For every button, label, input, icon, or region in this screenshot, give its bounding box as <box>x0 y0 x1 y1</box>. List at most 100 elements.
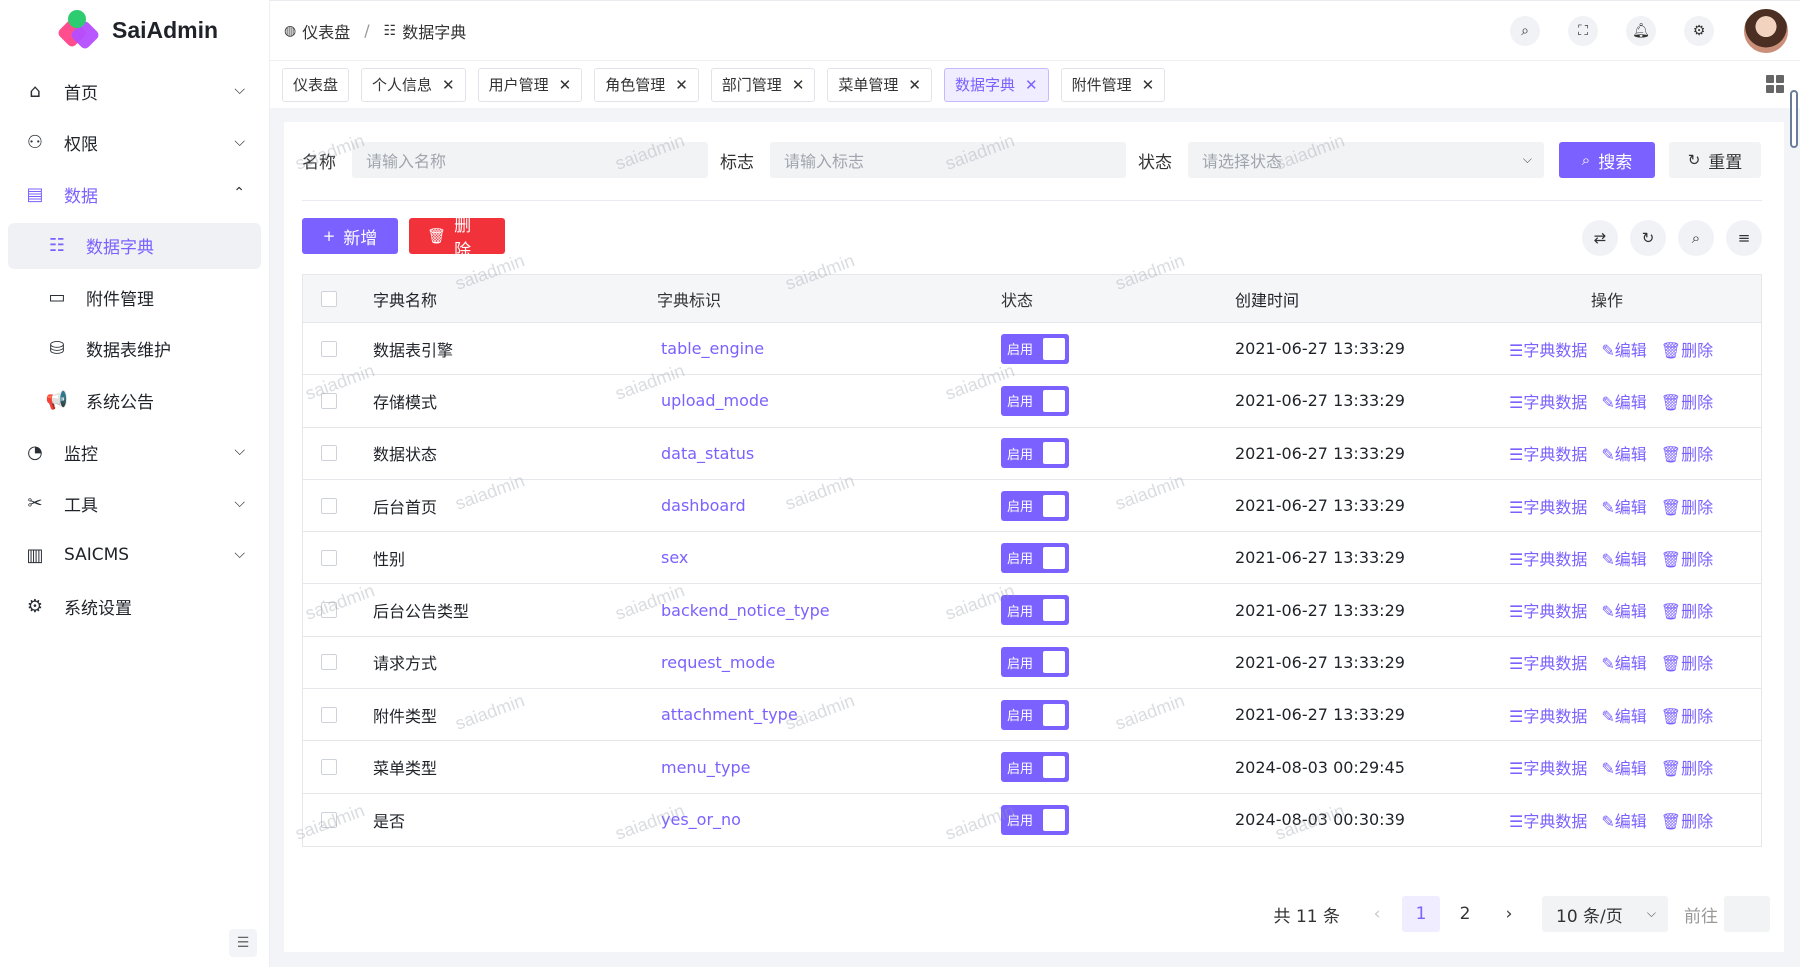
toggle-search-button[interactable]: ⌕ <box>1678 220 1714 256</box>
delete-link[interactable]: 🗑删除 <box>1661 703 1713 727</box>
row-checkbox[interactable] <box>321 706 337 723</box>
dict-data-link[interactable]: ☰字典数据 <box>1509 703 1587 727</box>
sidebar-item-dictionary[interactable]: ☷ 数据字典 <box>8 222 261 269</box>
row-checkbox[interactable] <box>321 497 337 514</box>
search-button[interactable]: ⌕ 搜索 <box>1559 142 1655 178</box>
sidebar-item-attachment[interactable]: ▭ 附件管理 <box>8 274 261 320</box>
close-icon[interactable]: ✕ <box>559 76 572 94</box>
tab-profile[interactable]: 个人信息 ✕ <box>361 67 466 102</box>
search-button[interactable]: ⌕ <box>1510 16 1540 46</box>
edit-link[interactable]: ✎编辑 <box>1601 546 1646 570</box>
dict-data-link[interactable]: ☰字典数据 <box>1509 598 1587 622</box>
sidebar-item-home[interactable]: ⌂ 首页 ⌵ <box>8 68 261 114</box>
dict-code[interactable]: yes_or_no <box>661 810 741 829</box>
tab-attachments[interactable]: 附件管理 ✕ <box>1060 67 1166 102</box>
select-all-checkbox[interactable] <box>321 290 337 307</box>
collapse-sidebar-button[interactable]: ☰ <box>229 929 257 957</box>
goto-page-input[interactable] <box>1724 896 1770 932</box>
sidebar-item-data[interactable]: ▤ 数据 ⌃ <box>8 171 261 217</box>
status-switch[interactable]: 启用 <box>1001 752 1069 783</box>
row-checkbox[interactable] <box>321 445 337 462</box>
delete-link[interactable]: 🗑删除 <box>1661 598 1713 622</box>
page-button[interactable]: 2 <box>1446 896 1484 932</box>
sidebar-item-notice[interactable]: 📢 系统公告 <box>8 378 261 424</box>
sidebar-item-saicms[interactable]: ▥ SAICMS ⌵ <box>8 532 261 578</box>
settings-button[interactable]: ⚙ <box>1684 16 1714 46</box>
reset-button[interactable]: ↻ 重置 <box>1669 142 1761 178</box>
close-icon[interactable]: ✕ <box>442 76 455 94</box>
dict-data-link[interactable]: ☰字典数据 <box>1509 546 1587 570</box>
close-icon[interactable]: ✕ <box>1025 76 1038 94</box>
dict-code[interactable]: menu_type <box>661 758 750 777</box>
sidebar-item-monitor[interactable]: ◔ 监控 ⌵ <box>8 429 261 475</box>
status-switch[interactable]: 启用 <box>1001 490 1069 521</box>
dict-data-link[interactable]: ☰字典数据 <box>1509 337 1587 361</box>
dict-code[interactable]: table_engine <box>661 339 764 358</box>
app-logo[interactable]: SaiAdmin <box>0 0 269 60</box>
status-switch[interactable]: 启用 <box>1001 595 1069 626</box>
dict-code[interactable]: request_mode <box>661 653 775 672</box>
edit-link[interactable]: ✎编辑 <box>1601 650 1646 674</box>
add-button[interactable]: + 新增 <box>302 218 398 254</box>
tab-roles[interactable]: 角色管理 ✕ <box>594 67 699 102</box>
delete-link[interactable]: 🗑删除 <box>1661 389 1713 413</box>
dict-code[interactable]: upload_mode <box>661 391 769 410</box>
delete-link[interactable]: 🗑删除 <box>1661 441 1713 465</box>
close-icon[interactable]: ✕ <box>1142 76 1155 94</box>
edit-link[interactable]: ✎编辑 <box>1601 337 1646 361</box>
edit-link[interactable]: ✎编辑 <box>1601 755 1646 779</box>
notification-button[interactable]: 🔔︎ <box>1626 16 1656 46</box>
tab-departments[interactable]: 部门管理 ✕ <box>710 67 816 102</box>
edit-link[interactable]: ✎编辑 <box>1601 703 1646 727</box>
delete-link[interactable]: 🗑删除 <box>1661 494 1713 518</box>
status-switch[interactable]: 启用 <box>1001 333 1069 364</box>
status-switch[interactable]: 启用 <box>1001 804 1069 835</box>
tab-menus[interactable]: 菜单管理 ✕ <box>827 67 932 102</box>
row-checkbox[interactable] <box>321 340 337 357</box>
row-checkbox[interactable] <box>321 602 337 619</box>
status-select[interactable]: 请选择状态 ⌵ <box>1188 142 1544 178</box>
swap-button[interactable]: ⇄ <box>1582 220 1618 256</box>
tab-dashboard[interactable]: 仪表盘 <box>282 67 350 102</box>
prev-page-button[interactable]: ‹ <box>1358 896 1396 932</box>
tab-users[interactable]: 用户管理 ✕ <box>477 67 583 102</box>
sidebar-item-tools[interactable]: ✂ 工具 ⌵ <box>8 481 261 527</box>
status-switch[interactable]: 启用 <box>1001 438 1069 469</box>
name-input[interactable]: 请输入名称 <box>352 142 708 178</box>
avatar[interactable] <box>1742 7 1790 55</box>
edit-link[interactable]: ✎编辑 <box>1601 808 1646 832</box>
status-switch[interactable]: 启用 <box>1001 647 1069 678</box>
close-icon[interactable]: ✕ <box>908 76 921 94</box>
delete-link[interactable]: 🗑删除 <box>1661 337 1713 361</box>
delete-link[interactable]: 🗑删除 <box>1661 650 1713 674</box>
sidebar-item-settings[interactable]: ⚙ 系统设置 <box>8 584 261 630</box>
edit-link[interactable]: ✎编辑 <box>1601 441 1646 465</box>
dict-data-link[interactable]: ☰字典数据 <box>1509 389 1587 413</box>
refresh-button[interactable]: ↻ <box>1630 220 1666 256</box>
dict-data-link[interactable]: ☰字典数据 <box>1509 755 1587 779</box>
edit-link[interactable]: ✎编辑 <box>1601 598 1646 622</box>
edit-link[interactable]: ✎编辑 <box>1601 494 1646 518</box>
status-switch[interactable]: 启用 <box>1001 542 1069 573</box>
dict-data-link[interactable]: ☰字典数据 <box>1509 650 1587 674</box>
close-icon[interactable]: ✕ <box>792 76 805 94</box>
delete-link[interactable]: 🗑删除 <box>1661 808 1713 832</box>
sidebar-item-permission[interactable]: ⚇ 权限 ⌵ <box>8 120 261 166</box>
delete-link[interactable]: 🗑删除 <box>1661 755 1713 779</box>
scrollbar[interactable] <box>1790 90 1798 148</box>
page-button[interactable]: 1 <box>1402 896 1440 932</box>
dict-code[interactable]: attachment_type <box>661 705 798 724</box>
row-checkbox[interactable] <box>321 392 337 409</box>
tabs-menu-icon[interactable] <box>1766 75 1784 93</box>
sidebar-item-table-maintain[interactable]: ⛁ 数据表维护 <box>8 326 261 372</box>
tab-dictionary[interactable]: 数据字典 ✕ <box>943 67 1049 102</box>
dict-data-link[interactable]: ☰字典数据 <box>1509 441 1587 465</box>
row-checkbox[interactable] <box>321 654 337 671</box>
page-size-select[interactable]: 10 条/页 ⌵ <box>1542 896 1668 932</box>
status-switch[interactable]: 启用 <box>1001 699 1069 730</box>
edit-link[interactable]: ✎编辑 <box>1601 389 1646 413</box>
row-checkbox[interactable] <box>321 759 337 776</box>
breadcrumb-item[interactable]: 仪表盘 <box>302 19 350 43</box>
row-checkbox[interactable] <box>321 811 337 828</box>
dict-data-link[interactable]: ☰字典数据 <box>1509 494 1587 518</box>
